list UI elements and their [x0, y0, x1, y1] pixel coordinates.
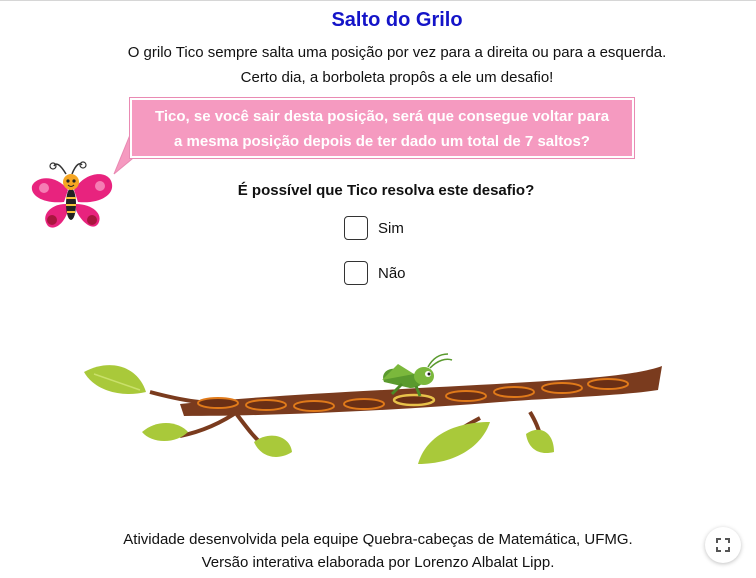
intro-line-2: Certo dia, a borboleta propôs a ele um d… — [240, 69, 554, 86]
nao-label: Não — [378, 264, 406, 282]
option-nao[interactable]: Não — [344, 260, 406, 286]
branch-position-ring[interactable] — [197, 397, 239, 409]
branch-position-ring[interactable] — [493, 386, 535, 398]
option-sim[interactable]: Sim — [344, 215, 404, 241]
sim-checkbox[interactable] — [344, 216, 368, 240]
credits-line-2: Versão interativa elaborada por Lorenzo … — [201, 554, 555, 571]
bubble-line-2: a mesma posição depois de ter dado um to… — [174, 133, 590, 150]
branch-position-ring-selected[interactable] — [392, 393, 436, 407]
nao-checkbox[interactable] — [344, 261, 368, 285]
branch-position-ring[interactable] — [343, 398, 385, 410]
branch-position-ring[interactable] — [245, 399, 287, 411]
question-text: É possível que Tico resolva este desafio… — [237, 182, 535, 199]
intro-line-1: O grilo Tico sempre salta uma posição po… — [127, 44, 667, 61]
credits-line-1: Atividade desenvolvida pela equipe Quebr… — [123, 531, 633, 548]
branch-illustration — [84, 353, 662, 464]
speech-bubble: Tico, se você sair desta posição, será q… — [129, 97, 635, 159]
credits: Atividade desenvolvida pela equipe Quebr… — [0, 528, 756, 574]
branch-position-ring[interactable] — [587, 378, 629, 390]
branch-position-ring[interactable] — [541, 382, 583, 394]
intro-text: O grilo Tico sempre salta uma posição po… — [0, 40, 756, 90]
bubble-line-1: Tico, se você sair desta posição, será q… — [154, 108, 610, 125]
page-title: Salto do Grilo — [331, 9, 463, 31]
top-divider — [0, 0, 756, 1]
branch-position-ring[interactable] — [445, 390, 487, 402]
fullscreen-button[interactable] — [705, 527, 741, 563]
fullscreen-icon — [716, 538, 730, 552]
branch-position-ring[interactable] — [293, 400, 335, 412]
sim-label: Sim — [378, 219, 404, 237]
